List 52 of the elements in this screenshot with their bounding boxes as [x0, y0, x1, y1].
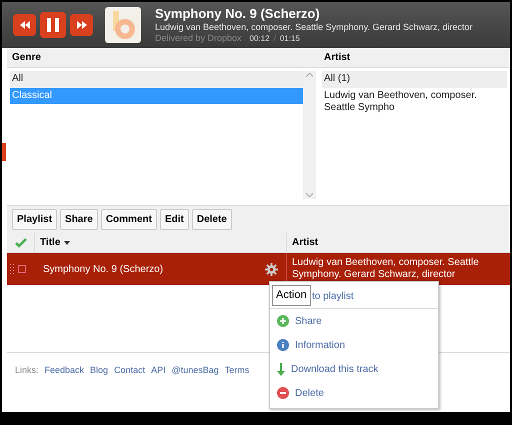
track-row[interactable]: Symphony No. 9 (Scherzo) Ludwig van Beethoven, composer. Seattle Symphony. Gerard Schwarz, director	[7, 253, 510, 285]
track-title-cell-text: Symphony No. 9 (Scherzo)	[43, 262, 164, 276]
time-separator: /	[274, 34, 276, 44]
elapsed-time: 00:12	[250, 34, 270, 44]
checkmark-icon[interactable]	[14, 238, 26, 248]
tooltip: Action	[272, 285, 311, 306]
column-header: Genre	[12, 51, 41, 65]
menu-item[interactable]: Information	[270, 333, 438, 357]
sort-caret-icon	[64, 240, 70, 244]
forward-icon	[76, 21, 86, 29]
plus-icon	[277, 315, 289, 327]
track-title: Symphony No. 9 (Scherzo)	[155, 6, 321, 22]
scroll-down-icon	[306, 193, 313, 197]
menu-item[interactable]: Delete	[270, 381, 438, 405]
footer-link[interactable]: Feedback	[44, 364, 84, 378]
rewind-button[interactable]	[13, 14, 36, 36]
toolbar-button[interactable]: Delete	[192, 209, 232, 230]
forward-button[interactable]	[70, 14, 93, 36]
links-label: Links:	[15, 364, 39, 377]
footer-link[interactable]: Contact	[114, 364, 146, 378]
toolbar-button[interactable]: Share	[60, 209, 98, 230]
duration-time: 01:15	[280, 34, 300, 44]
pause-icon	[47, 18, 59, 32]
list-item[interactable]: All	[10, 71, 303, 88]
column-header[interactable]: Artist	[292, 235, 318, 250]
footer-link[interactable]: Blog	[90, 364, 108, 378]
gear-icon[interactable]	[265, 262, 278, 276]
list-item[interactable]: All (1)	[322, 71, 507, 88]
menu-item[interactable]: Share	[270, 309, 438, 333]
column-header[interactable]: Title	[40, 235, 70, 250]
minus-icon	[277, 387, 289, 399]
toolbar-button[interactable]: Playlist	[12, 209, 58, 230]
row-checkbox[interactable]	[18, 265, 26, 273]
toolbar-button[interactable]: Comment	[100, 209, 157, 230]
pause-button[interactable]	[40, 12, 66, 38]
rewind-icon	[20, 21, 30, 29]
menu-item[interactable]: Download this track	[270, 357, 438, 381]
footer-link[interactable]: Terms	[224, 364, 250, 378]
toolbar-button[interactable]: Edit	[160, 209, 189, 230]
scroll-up-icon	[306, 73, 313, 77]
track-artist: Ludwig van Beethoven, composer. Seattle Symphony. Gerard Schwarz, director	[155, 22, 472, 34]
column-header: Artist	[324, 51, 350, 65]
list-item[interactable]: Classical	[10, 88, 303, 104]
artist-cell-text: Ludwig van Beethoven, composer. Seattle Symphony. Gerard Schwarz, director	[292, 256, 480, 282]
source-label: Delivered by Dropbox	[155, 33, 242, 44]
footer-link[interactable]: API	[151, 364, 166, 378]
footer-link[interactable]: @tunesBag	[172, 364, 219, 378]
scrollbar[interactable]	[303, 71, 316, 199]
album-art-icon	[105, 7, 141, 43]
list-item[interactable]: Ludwig van Beethoven, composer. Seattle Sympho	[322, 88, 507, 116]
info-icon	[277, 339, 289, 351]
down-arrow-icon	[277, 362, 285, 376]
